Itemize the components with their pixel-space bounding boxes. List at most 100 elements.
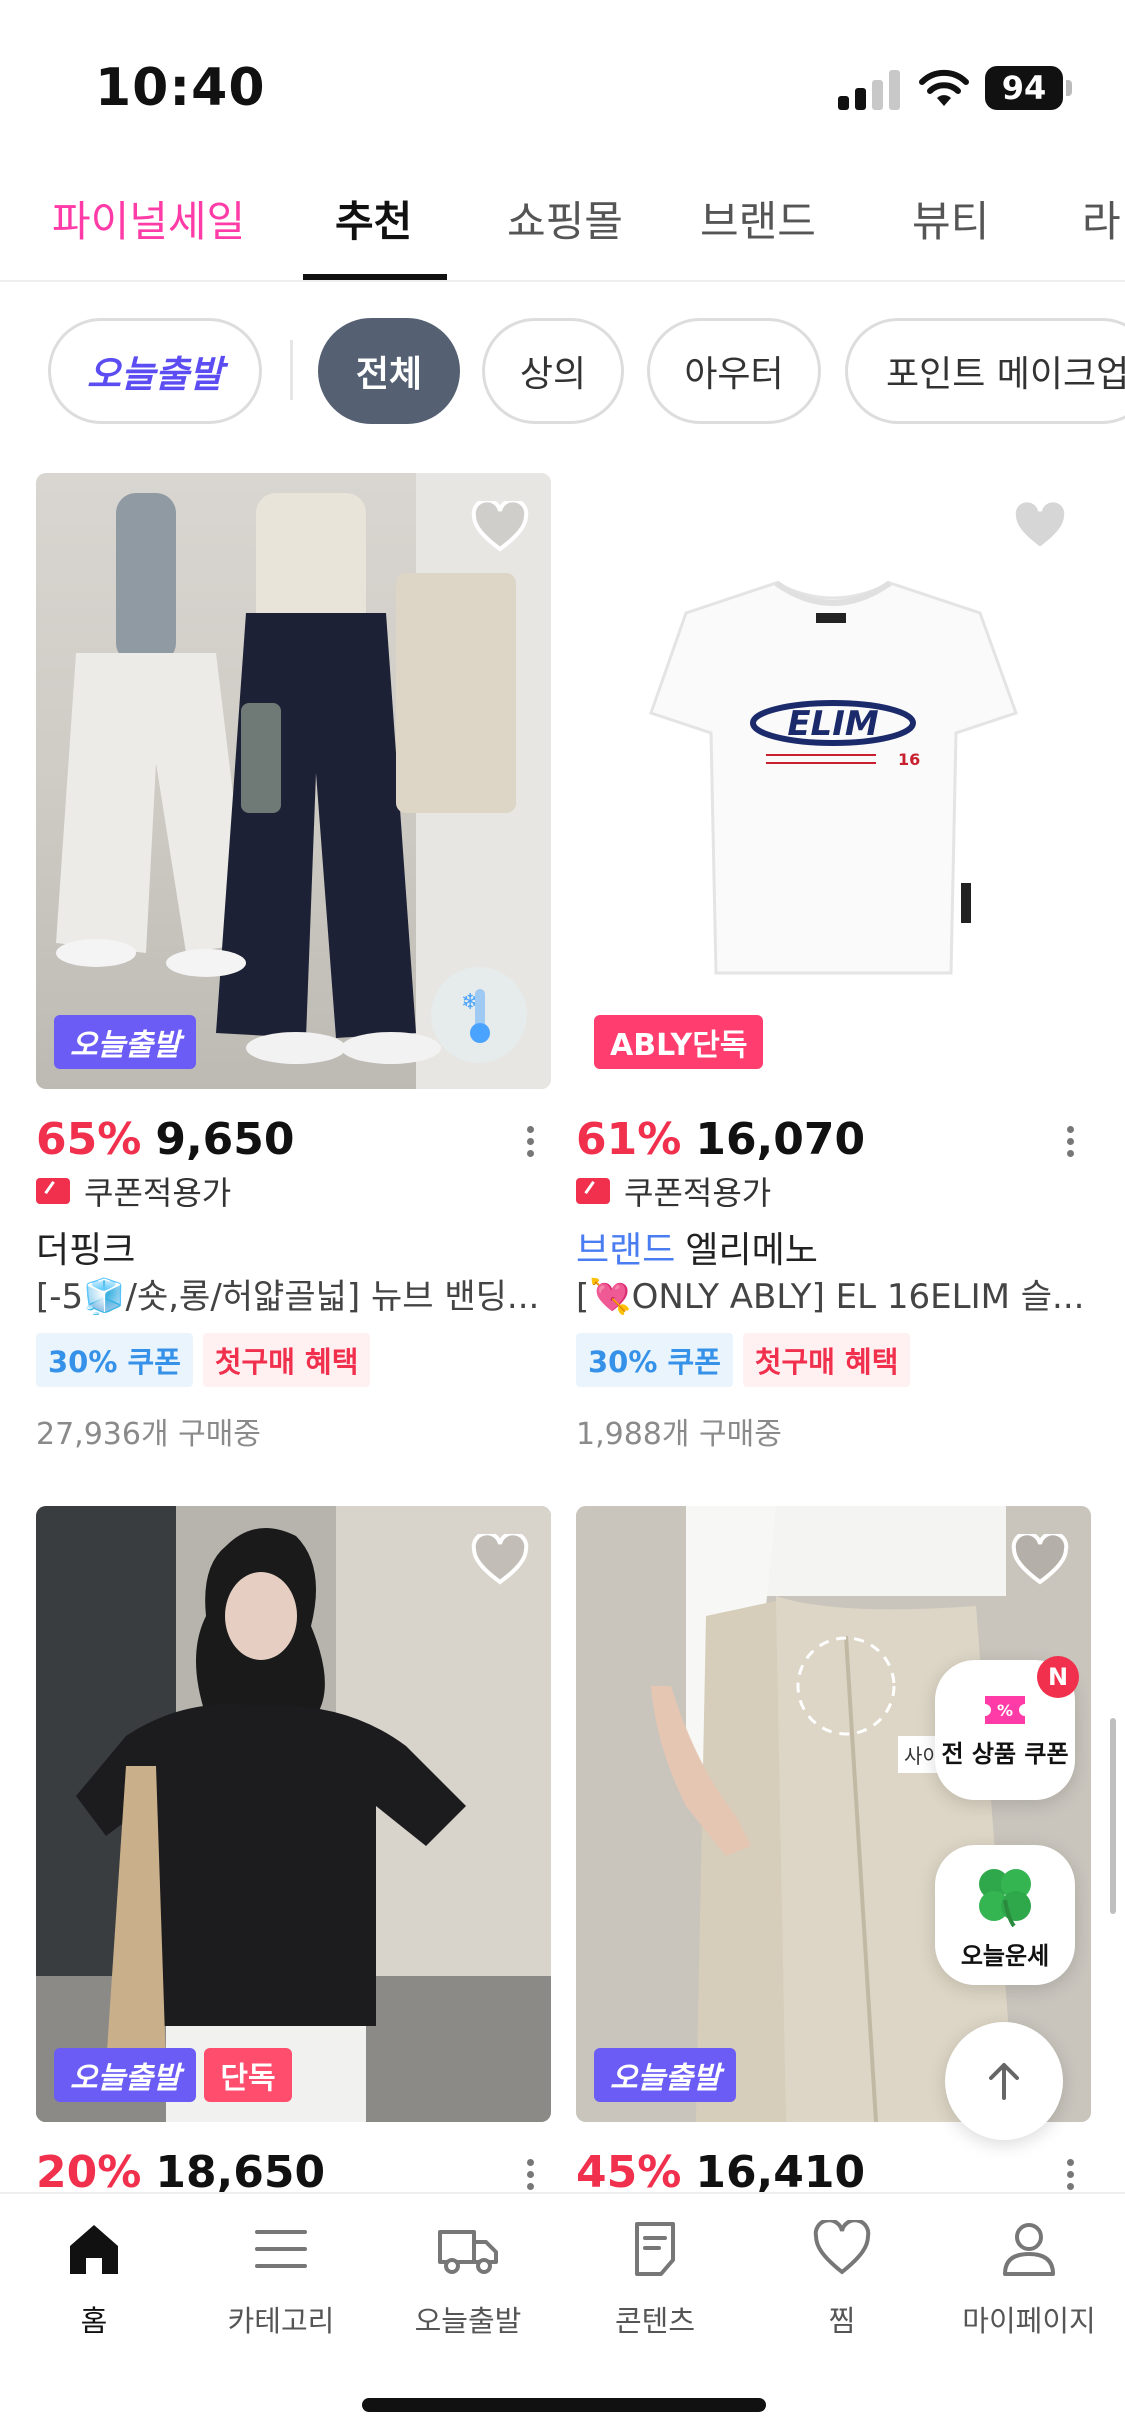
chip-all[interactable]: 전체 xyxy=(318,318,460,424)
home-indicator xyxy=(362,2398,766,2412)
product-badges: ABLY단독 xyxy=(594,1015,764,1069)
coupon-label-text: 쿠폰적용가 xyxy=(84,1174,232,1212)
purchase-count: 1,988개 구매중 xyxy=(576,1417,782,1452)
scrollbar-thumb[interactable] xyxy=(1110,1718,1116,1914)
wishlist-heart-icon[interactable] xyxy=(471,1534,529,1586)
today-departure-badge: 오늘출발 xyxy=(54,2048,197,2102)
coupon-ticket-icon: % xyxy=(985,1695,1025,1724)
scroll-to-top-button[interactable] xyxy=(945,2022,1063,2140)
product-badges: 오늘출발 xyxy=(54,1015,197,1069)
more-options-icon[interactable] xyxy=(527,2154,535,2195)
nav-contents-label: 콘텐츠 xyxy=(614,2304,696,2338)
menu-list-icon xyxy=(255,2230,307,2268)
nav-home-label: 홈 xyxy=(80,2304,108,2338)
ably-exclusive-badge: ABLY단독 xyxy=(594,1015,764,1069)
discount-rate: 45% xyxy=(576,2146,682,2198)
product-image[interactable]: ❄ 오늘출발 xyxy=(36,473,551,1089)
new-badge: N xyxy=(1037,1656,1079,1698)
tab-final-sale[interactable]: 파이널세일 xyxy=(52,188,245,249)
nav-today-departure[interactable]: 오늘출발 xyxy=(374,2220,562,2340)
shop-name-text: 엘리메노 xyxy=(685,1230,818,1271)
coupon-icon xyxy=(36,1178,70,1204)
product-photo-black-shirt xyxy=(36,1506,551,2122)
chip-point-makeup[interactable]: 포인트 메이크업 xyxy=(845,318,1125,424)
tab-brand[interactable]: 브랜드 xyxy=(700,188,816,249)
filter-chips: 오늘출발 전체 상의 아우터 포인트 메이크업 xyxy=(0,318,1125,426)
tab-shopping-mall[interactable]: 쇼핑몰 xyxy=(507,188,623,249)
tab-recommended[interactable]: 추천 xyxy=(335,188,412,249)
tab-beauty[interactable]: 뷰티 xyxy=(912,188,989,249)
svg-text:%: % xyxy=(997,1701,1013,1720)
top-category-tabs: 파이널세일 추천 쇼핑몰 브랜드 뷰티 라 xyxy=(0,170,1125,282)
discount-rate: 65% xyxy=(36,1113,142,1165)
wishlist-heart-icon[interactable] xyxy=(1011,501,1069,553)
product-badges: 오늘출발 xyxy=(594,2048,737,2102)
product-badges: 오늘출발 단독 xyxy=(54,2048,292,2102)
product-image[interactable]: 오늘출발 단독 xyxy=(36,1506,551,2122)
exclusive-badge: 단독 xyxy=(204,2048,292,2102)
coupon-price-label: 쿠폰적용가 xyxy=(576,1169,1091,1213)
battery-tip xyxy=(1066,80,1072,96)
price: 16,070 xyxy=(695,1113,866,1165)
home-icon xyxy=(70,2225,118,2274)
wishlist-heart-icon[interactable] xyxy=(1011,1534,1069,1586)
tshirt-number-text: 16 xyxy=(898,750,920,769)
product-card[interactable]: ❄ 오늘출발 65% 9,650 쿠폰적용가 더핑크 [-5🧊/숏,롱/허얇골넓… xyxy=(36,473,551,1453)
product-card[interactable]: ELIM 16 ABLY단독 61% 16,070 쿠폰적용가 브랜드 엘리메노 … xyxy=(576,473,1091,1453)
cellular-signal-icon xyxy=(838,70,900,110)
discount-rate: 20% xyxy=(36,2146,142,2198)
more-options-icon[interactable] xyxy=(527,1121,535,1162)
product-image[interactable]: ELIM 16 ABLY단독 xyxy=(576,473,1091,1089)
coupon-tag: 30% 쿠폰 xyxy=(576,1333,733,1387)
status-bar: 10:40 94 xyxy=(0,0,1125,150)
more-options-icon[interactable] xyxy=(1067,2154,1075,2195)
coupon-tag: 30% 쿠폰 xyxy=(36,1333,193,1387)
price: 16,410 xyxy=(695,2146,866,2198)
chip-divider xyxy=(290,340,293,400)
first-purchase-tag: 첫구매 혜택 xyxy=(742,1333,911,1387)
more-options-icon[interactable] xyxy=(1067,1121,1075,1162)
daily-fortune-button[interactable]: 오늘운세 xyxy=(935,1845,1075,1985)
chip-outer[interactable]: 아우터 xyxy=(647,318,821,424)
fortune-button-label: 오늘운세 xyxy=(960,1941,1050,1970)
four-leaf-clover-icon xyxy=(979,1868,1031,1927)
battery-indicator: 94 xyxy=(985,66,1063,110)
benefit-tags: 30% 쿠폰 첫구매 혜택 xyxy=(36,1333,551,1387)
coupon-price-label: 쿠폰적용가 xyxy=(36,1169,551,1213)
nav-category[interactable]: 카테고리 xyxy=(187,2220,375,2340)
price-row: 65% 9,650 xyxy=(36,1111,551,1167)
shop-name[interactable]: 더핑크 xyxy=(36,1221,551,1271)
chip-today-departure[interactable]: 오늘출발 xyxy=(48,318,262,424)
user-profile-icon xyxy=(1003,2223,1055,2276)
wifi-icon xyxy=(919,69,969,106)
today-departure-badge: 오늘출발 xyxy=(54,1015,197,1069)
coupon-icon xyxy=(576,1178,610,1204)
wishlist-heart-icon[interactable] xyxy=(471,501,529,553)
delivery-truck-icon xyxy=(438,2230,498,2274)
nav-category-label: 카테고리 xyxy=(227,2304,335,2338)
nav-today-departure-label: 오늘출발 xyxy=(414,2304,522,2338)
shop-name[interactable]: 브랜드 엘리메노 xyxy=(576,1221,1091,1271)
product-title[interactable]: [-5🧊/숏,롱/허얇골넓] 뉴브 밴딩... xyxy=(36,1269,551,1315)
purchase-count: 27,936개 구매중 xyxy=(36,1417,261,1452)
active-tab-indicator xyxy=(303,274,447,280)
nav-wishlist[interactable]: 찜 xyxy=(748,2220,936,2340)
product-card[interactable]: 오늘출발 단독 20% 18,650 xyxy=(36,1506,551,2200)
chip-tops[interactable]: 상의 xyxy=(482,318,624,424)
nav-wishlist-label: 찜 xyxy=(828,2304,856,2338)
nav-my-page[interactable]: 마이페이지 xyxy=(935,2220,1123,2340)
tshirt-logo-text: ELIM xyxy=(787,704,879,744)
document-icon xyxy=(635,2222,675,2276)
brand-label: 브랜드 xyxy=(576,1230,676,1271)
first-purchase-tag: 첫구매 혜택 xyxy=(202,1333,371,1387)
nav-home[interactable]: 홈 xyxy=(0,2220,188,2340)
coupon-label-text: 쿠폰적용가 xyxy=(624,1174,772,1212)
product-photo-white-tshirt: ELIM 16 xyxy=(649,580,1018,975)
tab-next-truncated[interactable]: 라 xyxy=(1082,188,1121,249)
today-departure-badge: 오늘출발 xyxy=(594,2048,737,2102)
all-product-coupon-button[interactable]: % 전 상품 쿠폰 N xyxy=(935,1656,1079,1800)
status-time: 10:40 xyxy=(95,58,266,118)
discount-rate: 61% xyxy=(576,1113,682,1165)
product-title[interactable]: [💘ONLY ABLY] EL 16ELIM 슬... xyxy=(576,1269,1091,1315)
nav-contents[interactable]: 콘텐츠 xyxy=(561,2220,749,2340)
